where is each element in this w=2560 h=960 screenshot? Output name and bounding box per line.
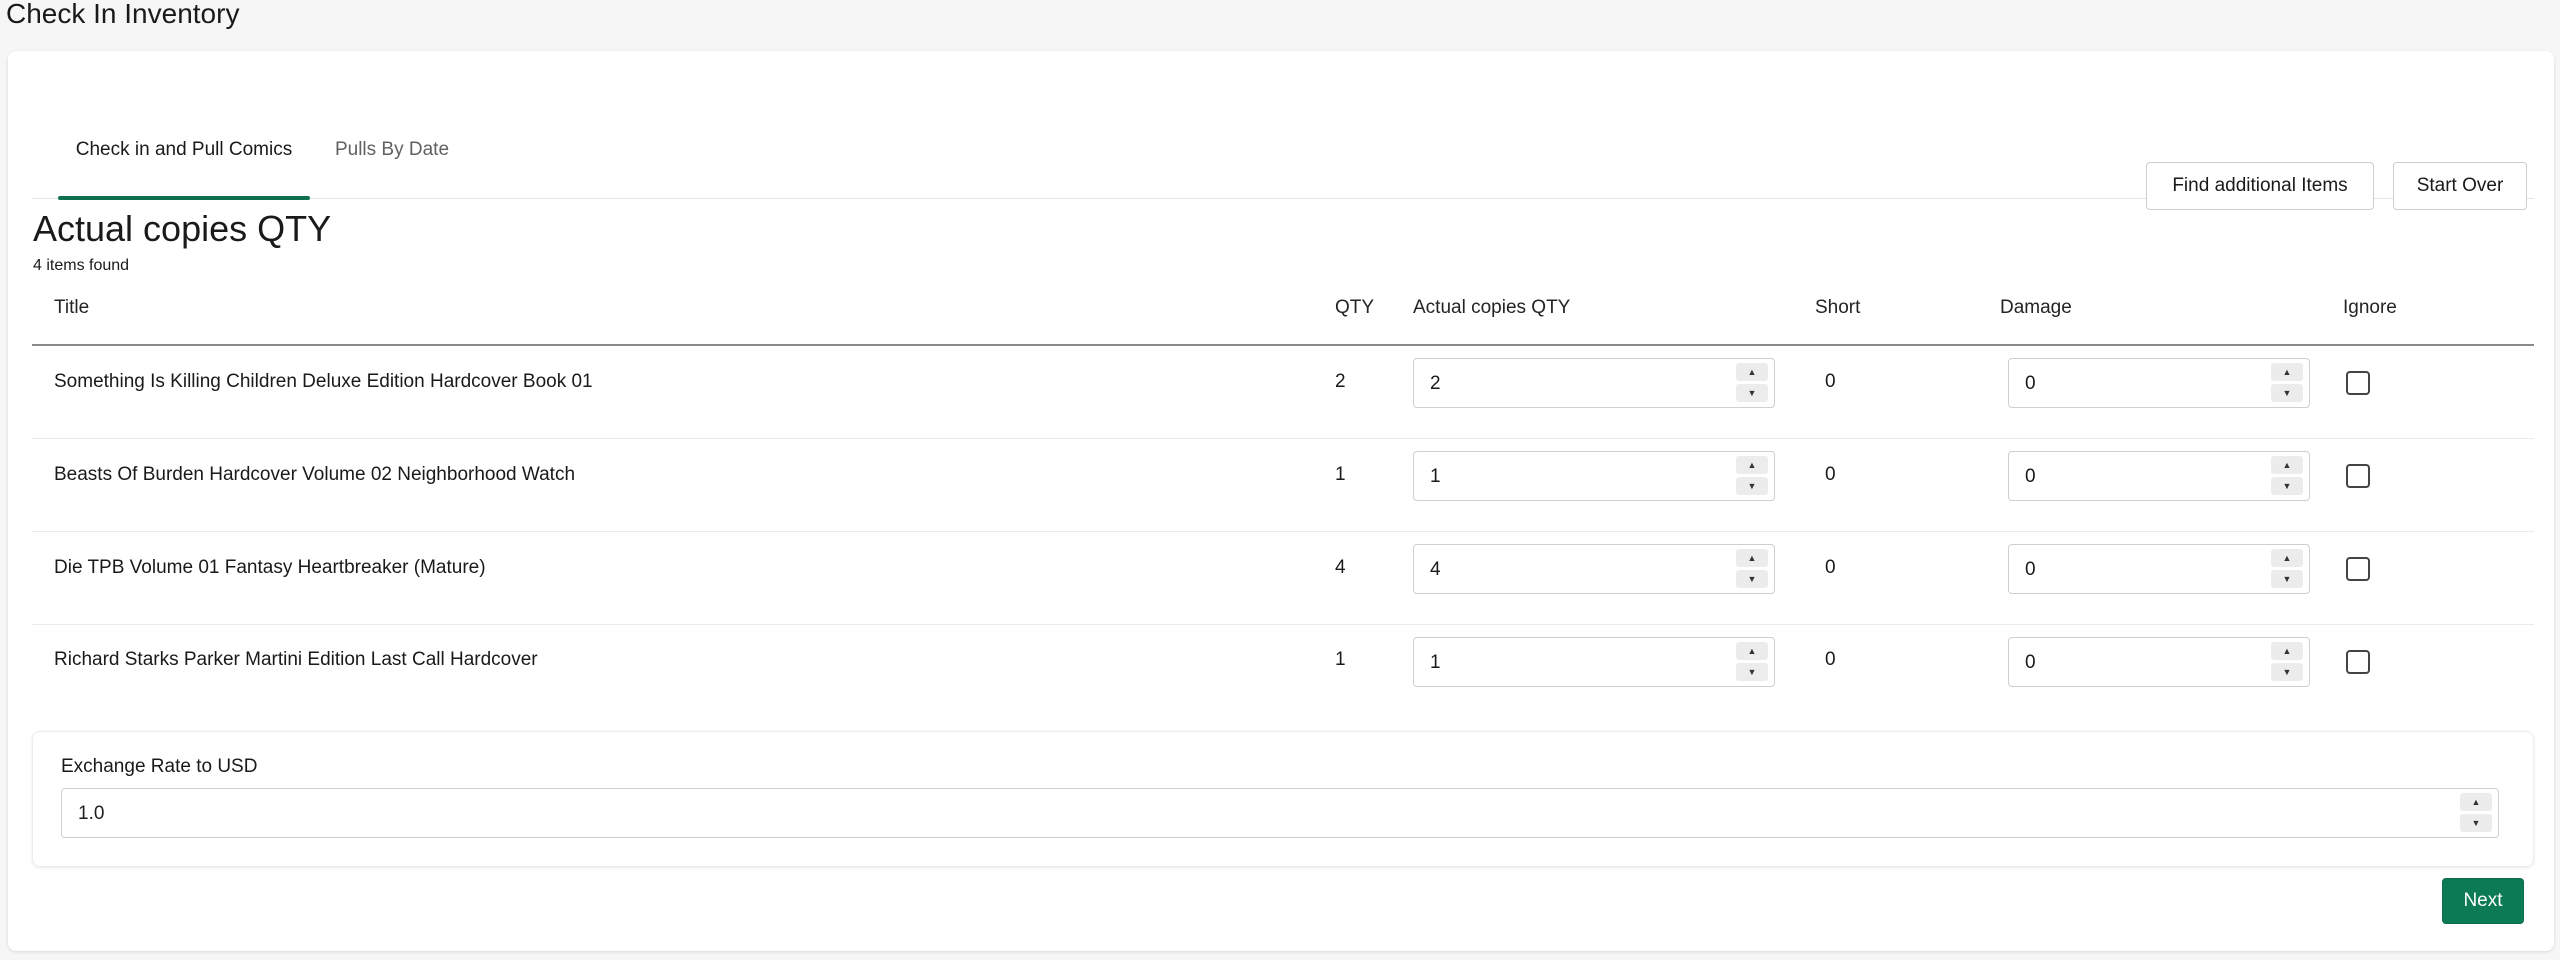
page-title: Check In Inventory xyxy=(6,0,240,29)
tab-check-in-and-pull[interactable]: Check in and Pull Comics xyxy=(58,101,310,200)
actual-qty-input[interactable]: 1 ▲ ▼ xyxy=(1413,637,1775,687)
row-qty: 1 xyxy=(1335,649,1346,670)
damage-input[interactable]: 0 ▲ ▼ xyxy=(2008,544,2310,594)
chevron-up-icon[interactable]: ▲ xyxy=(1736,363,1768,381)
chevron-down-icon[interactable]: ▼ xyxy=(1736,477,1768,495)
actual-qty-input[interactable]: 4 ▲ ▼ xyxy=(1413,544,1775,594)
start-over-button[interactable]: Start Over xyxy=(2393,162,2527,210)
spinner: ▲ ▼ xyxy=(2271,363,2303,403)
button-label: Find additional Items xyxy=(2172,175,2348,196)
spinner: ▲ ▼ xyxy=(1736,456,1768,496)
chevron-down-icon[interactable]: ▼ xyxy=(1736,663,1768,681)
tab-label: Pulls By Date xyxy=(334,139,450,160)
input-value: 1 xyxy=(1430,652,1441,673)
row-title: Richard Starks Parker Martini Edition La… xyxy=(54,649,538,670)
actual-qty-input[interactable]: 2 ▲ ▼ xyxy=(1413,358,1775,408)
input-value: 0 xyxy=(2025,466,2036,487)
spinner: ▲ ▼ xyxy=(2271,456,2303,496)
spinner: ▲ ▼ xyxy=(1736,642,1768,682)
items-found-count: 4 items found xyxy=(33,257,130,274)
row-title: Die TPB Volume 01 Fantasy Heartbreaker (… xyxy=(54,557,486,578)
chevron-down-icon[interactable]: ▼ xyxy=(2271,663,2303,681)
row-short: 0 xyxy=(1825,557,1836,578)
tab-pulls-by-date[interactable]: Pulls By Date xyxy=(326,101,458,199)
column-header-damage: Damage xyxy=(2000,297,2072,318)
button-label: Next xyxy=(2463,890,2503,911)
damage-input[interactable]: 0 ▲ ▼ xyxy=(2008,451,2310,501)
spinner: ▲ ▼ xyxy=(2460,793,2492,833)
ignore-checkbox[interactable] xyxy=(2346,557,2370,581)
chevron-up-icon[interactable]: ▲ xyxy=(2271,549,2303,567)
chevron-up-icon[interactable]: ▲ xyxy=(2271,363,2303,381)
column-header-qty: QTY xyxy=(1335,297,1375,318)
damage-input[interactable]: 0 ▲ ▼ xyxy=(2008,637,2310,687)
chevron-down-icon[interactable]: ▼ xyxy=(1736,384,1768,402)
input-value: 4 xyxy=(1430,559,1441,580)
chevron-up-icon[interactable]: ▲ xyxy=(1736,456,1768,474)
damage-input[interactable]: 0 ▲ ▼ xyxy=(2008,358,2310,408)
column-header-title: Title xyxy=(54,297,90,318)
column-header-ignore: Ignore xyxy=(2343,297,2397,318)
chevron-up-icon[interactable]: ▲ xyxy=(2460,793,2492,811)
input-value: 1.0 xyxy=(78,803,105,824)
row-qty: 2 xyxy=(1335,371,1346,392)
find-additional-items-button[interactable]: Find additional Items xyxy=(2146,162,2374,210)
chevron-down-icon[interactable]: ▼ xyxy=(2271,384,2303,402)
tab-label: Check in and Pull Comics xyxy=(75,139,293,160)
table-row: Richard Starks Parker Martini Edition La… xyxy=(32,625,2534,718)
exchange-rate-panel: Exchange Rate to USD 1.0 ▲ ▼ xyxy=(32,731,2534,867)
section-title: Actual copies QTY xyxy=(33,208,332,249)
chevron-down-icon[interactable]: ▼ xyxy=(1736,570,1768,588)
chevron-up-icon[interactable]: ▲ xyxy=(1736,642,1768,660)
exchange-rate-label: Exchange Rate to USD xyxy=(61,756,258,777)
row-short: 0 xyxy=(1825,464,1836,485)
chevron-down-icon[interactable]: ▼ xyxy=(2271,477,2303,495)
spinner: ▲ ▼ xyxy=(2271,642,2303,682)
button-label: Start Over xyxy=(2416,175,2504,196)
row-qty: 4 xyxy=(1335,557,1346,578)
input-value: 0 xyxy=(2025,559,2036,580)
spinner: ▲ ▼ xyxy=(1736,363,1768,403)
spinner: ▲ ▼ xyxy=(1736,549,1768,589)
actual-qty-input[interactable]: 1 ▲ ▼ xyxy=(1413,451,1775,501)
row-title: Beasts Of Burden Hardcover Volume 02 Nei… xyxy=(54,464,576,485)
ignore-checkbox[interactable] xyxy=(2346,464,2370,488)
input-value: 0 xyxy=(2025,652,2036,673)
spinner: ▲ ▼ xyxy=(2271,549,2303,589)
row-title: Something Is Killing Children Deluxe Edi… xyxy=(54,371,593,392)
chevron-up-icon[interactable]: ▲ xyxy=(2271,456,2303,474)
table-row: Beasts Of Burden Hardcover Volume 02 Nei… xyxy=(32,439,2534,532)
chevron-down-icon[interactable]: ▼ xyxy=(2271,570,2303,588)
ignore-checkbox[interactable] xyxy=(2346,371,2370,395)
column-header-actual-qty: Actual copies QTY xyxy=(1413,297,1571,318)
row-qty: 1 xyxy=(1335,464,1346,485)
next-button[interactable]: Next xyxy=(2442,878,2524,924)
row-short: 0 xyxy=(1825,649,1836,670)
input-value: 0 xyxy=(2025,373,2036,394)
exchange-rate-input[interactable]: 1.0 ▲ ▼ xyxy=(61,788,2499,838)
main-card: Check in and Pull Comics Pulls By Date F… xyxy=(8,51,2554,951)
chevron-down-icon[interactable]: ▼ xyxy=(2460,814,2492,832)
ignore-checkbox[interactable] xyxy=(2346,650,2370,674)
chevron-up-icon[interactable]: ▲ xyxy=(1736,549,1768,567)
row-short: 0 xyxy=(1825,371,1836,392)
input-value: 1 xyxy=(1430,466,1441,487)
table-row: Die TPB Volume 01 Fantasy Heartbreaker (… xyxy=(32,532,2534,625)
chevron-up-icon[interactable]: ▲ xyxy=(2271,642,2303,660)
table-row: Something Is Killing Children Deluxe Edi… xyxy=(32,346,2534,439)
input-value: 2 xyxy=(1430,373,1441,394)
column-header-short: Short xyxy=(1815,297,1861,318)
